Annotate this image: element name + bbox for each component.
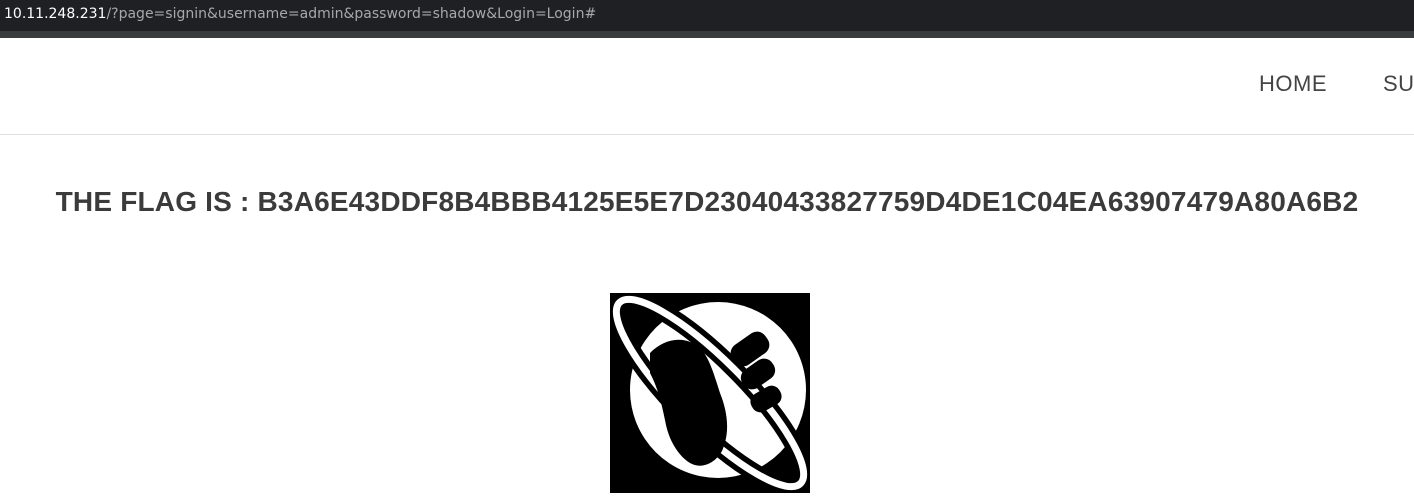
site-header: HOME SU xyxy=(0,38,1414,135)
url-path: /?page=signin&username=admin&password=sh… xyxy=(106,6,597,22)
toolbar-divider xyxy=(0,31,1414,38)
url-host: 10.11.248.231 xyxy=(4,6,107,22)
thumbs-up-planet-icon xyxy=(607,290,813,496)
address-bar[interactable]: 10.11.248.231/?page=signin&username=admi… xyxy=(0,0,1414,31)
nav-item-home[interactable]: HOME xyxy=(1259,71,1327,97)
nav-item-survey[interactable]: SU xyxy=(1383,71,1414,97)
flag-heading: THE FLAG IS : B3A6E43DDF8B4BBB4125E5E7D2… xyxy=(55,186,1359,217)
